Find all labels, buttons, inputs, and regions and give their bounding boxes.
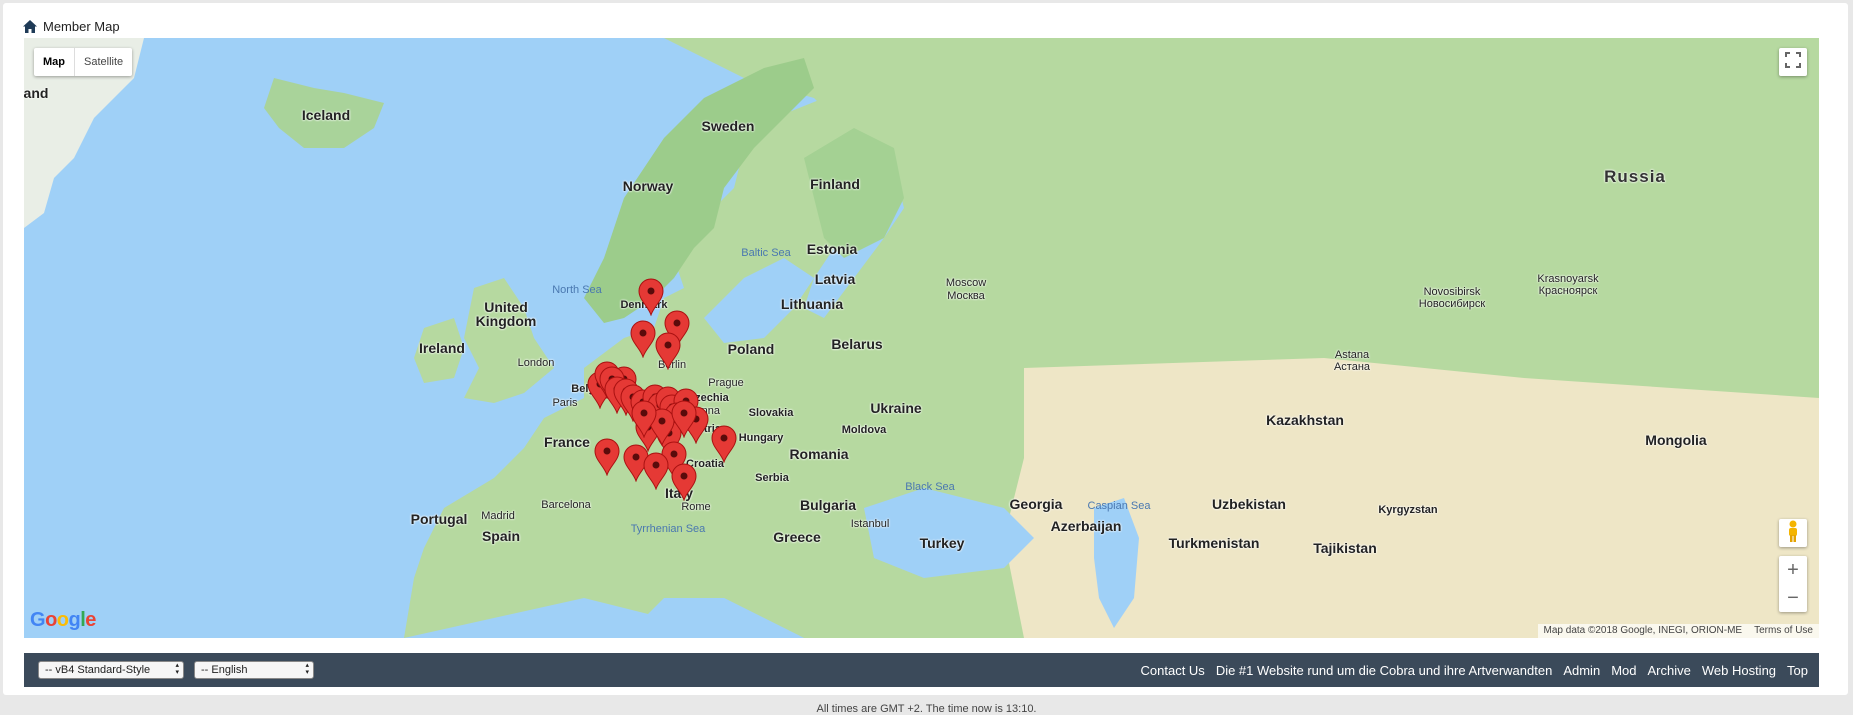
footer-link-home[interactable]: Die #1 Website rund um die Cobra und ihr… [1216,663,1553,678]
footer-link-mod[interactable]: Mod [1611,663,1636,678]
label-and: and [24,85,49,101]
label-barcelona: Barcelona [541,499,591,511]
footer-link-admin[interactable]: Admin [1563,663,1600,678]
label-istanbul: Istanbul [850,518,890,530]
label-bulgaria: Bulgaria [799,497,857,513]
zoom-in-button[interactable]: + [1779,556,1807,584]
label-mongolia: Mongolia [1645,432,1707,448]
label-iceland: Iceland [301,107,351,123]
street-view-button[interactable] [1779,519,1807,547]
label-turkmenistan: Turkmenistan [1168,535,1260,551]
fullscreen-icon [1785,51,1801,73]
label-london: London [517,357,555,369]
breadcrumb: Member Map [23,17,120,35]
label-belarus: Belarus [831,336,883,352]
label-norway: Norway [622,178,674,194]
label-kingdom: Kingdom [475,313,537,329]
footer-links: Contact Us Die #1 Website rund um die Co… [1141,663,1820,678]
label-moldova: Moldova [841,424,887,436]
label-turkey: Turkey [919,535,965,551]
style-select[interactable]: -- vB4 Standard-Style [38,661,184,679]
label-novosibirsk-ru: Новосибирск [1418,298,1486,310]
label-rome: Rome [681,501,711,513]
label-prague: Prague [708,377,744,389]
label-slovakia: Slovakia [748,407,794,419]
label-north-sea: North Sea [552,284,602,296]
member-pin-icon[interactable] [655,332,681,371]
label-ireland: Ireland [419,340,465,356]
label-paris: Paris [552,397,578,409]
member-pin-icon[interactable] [643,452,669,491]
label-azerbaijan: Azerbaijan [1050,518,1122,534]
label-romania: Romania [789,446,849,462]
label-estonia: Estonia [806,241,858,257]
member-pin-icon[interactable] [631,400,657,439]
member-pin-icon[interactable] [711,425,737,464]
google-logo[interactable]: Google [30,609,96,632]
label-russia: Russia [1604,167,1666,186]
footer-bar: -- vB4 Standard-Style -- English Contact… [24,653,1819,687]
label-latvia: Latvia [814,271,856,287]
label-astana-kz: Астана [1333,361,1371,373]
label-hungary: Hungary [738,432,784,444]
label-caspian-sea: Caspian Sea [1087,500,1151,512]
member-map[interactable]: and Iceland Sweden Norway Finland Russia… [24,38,1819,638]
label-ukraine: Ukraine [870,400,922,416]
map-type-control: Map Satellite [34,48,133,76]
page-title: Member Map [43,18,120,34]
label-poland: Poland [727,341,775,357]
label-tyrrhenian-sea: Tyrrhenian Sea [630,523,706,535]
label-krasnoyarsk: Krasnoyarsk [1537,273,1599,285]
label-greece: Greece [773,529,821,545]
zoom-out-button[interactable]: − [1779,584,1807,612]
label-kazakhstan: Kazakhstan [1266,412,1344,428]
member-pin-icon[interactable] [630,320,656,359]
terms-link[interactable]: Terms of Use [1754,624,1813,638]
timezone-text: All times are GMT +2. The time now is 13… [816,703,1037,715]
label-novosibirsk: Novosibirsk [1423,286,1481,298]
label-moscow-ru: Москва [947,290,985,302]
attribution-text: Map data ©2018 Google, INEGI, ORION-ME [1543,625,1743,636]
home-icon[interactable] [23,19,37,33]
label-lithuania: Lithuania [780,296,844,312]
member-pin-icon[interactable] [671,463,697,502]
language-select[interactable]: -- English [194,661,314,679]
label-georgia: Georgia [1009,496,1063,512]
label-sweden: Sweden [701,118,755,134]
map-attribution: Map data ©2018 Google, INEGI, ORION-ME T… [1537,624,1819,638]
map-type-map-button[interactable]: Map [34,48,75,76]
label-black-sea: Black Sea [905,481,955,493]
label-krasnoyarsk-ru: Красноярск [1538,285,1598,297]
member-pin-icon[interactable] [638,278,664,317]
label-portugal: Portugal [410,511,468,527]
label-kyrgyzstan: Kyrgyzstan [1378,504,1438,516]
label-finland: Finland [810,176,860,192]
label-tajikistan: Tajikistan [1313,540,1377,556]
label-serbia: Serbia [755,472,789,484]
member-pin-icon[interactable] [671,400,697,439]
content-panel: Member Map and Iceland Sweden Norway Fin… [3,3,1848,695]
footer-link-top[interactable]: Top [1787,663,1808,678]
map-type-satellite-button[interactable]: Satellite [75,48,132,76]
label-spain: Spain [481,528,521,544]
member-pin-icon[interactable] [594,438,620,477]
label-uzbekistan: Uzbekistan [1212,496,1286,512]
label-madrid: Madrid [481,510,515,522]
zoom-control: + − [1779,556,1807,612]
footer-link-contact[interactable]: Contact Us [1141,663,1205,678]
label-moscow: Moscow [945,277,987,289]
label-astana: Astana [1334,349,1370,361]
label-baltic-sea: Baltic Sea [741,247,791,259]
fullscreen-button[interactable] [1779,48,1807,76]
footer-link-archive[interactable]: Archive [1647,663,1690,678]
label-france: France [544,434,590,450]
pegman-icon [1787,520,1799,547]
footer-link-web-hosting[interactable]: Web Hosting [1702,663,1776,678]
